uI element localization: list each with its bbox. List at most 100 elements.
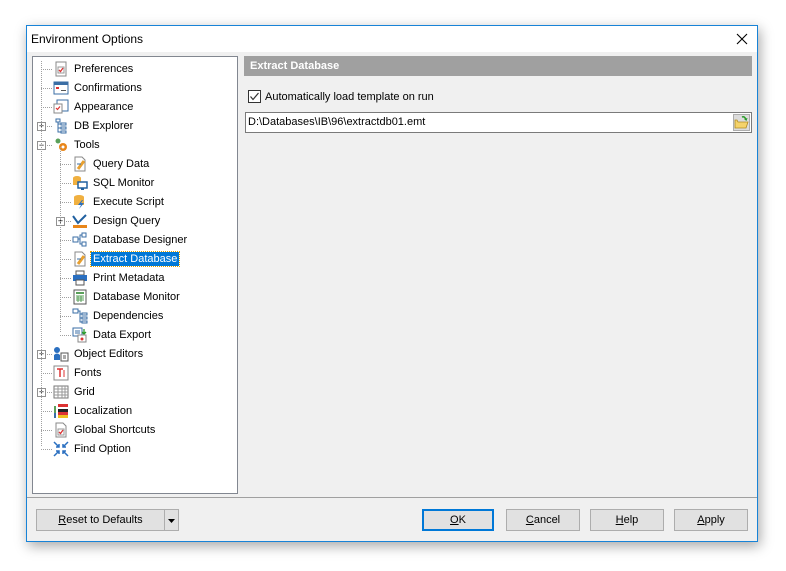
tree-root-line bbox=[41, 61, 42, 446]
cancel-button[interactable]: Cancel bbox=[506, 509, 580, 531]
db-explorer-icon bbox=[53, 118, 69, 134]
print-metadata-icon bbox=[72, 270, 88, 286]
tree-item-label: Dependencies bbox=[93, 310, 164, 322]
tree-item-label: Preferences bbox=[74, 63, 134, 75]
tree-item-preferences[interactable]: Preferences bbox=[53, 60, 135, 78]
tree-item-label: Extract Database bbox=[89, 251, 181, 267]
tree-item-data-export[interactable]: Data Export bbox=[72, 326, 153, 344]
tree-connector bbox=[60, 183, 71, 184]
tree-item-execute-script[interactable]: Execute Script bbox=[72, 193, 166, 211]
check-icon bbox=[250, 92, 259, 101]
tree-item-sql-monitor[interactable]: SQL Monitor bbox=[72, 174, 156, 192]
tree-item-extract-database[interactable]: Extract Database bbox=[72, 250, 181, 268]
open-folder-icon bbox=[734, 116, 749, 129]
auto-load-template-label: Automatically load template on run bbox=[265, 90, 434, 103]
checkbox-box[interactable] bbox=[248, 90, 261, 103]
tree-item-dependencies[interactable]: Dependencies bbox=[72, 307, 165, 325]
object-editors-icon bbox=[53, 346, 69, 362]
tree-item-confirmations[interactable]: Confirmations bbox=[53, 79, 144, 97]
cancel-label: ancel bbox=[533, 514, 561, 526]
tree-item-fonts[interactable]: Fonts bbox=[53, 364, 104, 382]
cancel-mnemonic: C bbox=[525, 514, 534, 526]
global-shortcuts-icon bbox=[53, 422, 69, 438]
tree-item-label: Database Designer bbox=[93, 234, 188, 246]
template-path-input[interactable] bbox=[248, 116, 728, 128]
tree-connector bbox=[41, 69, 52, 70]
browse-button[interactable] bbox=[733, 114, 750, 131]
template-path-field[interactable] bbox=[245, 112, 752, 133]
title-bar: Environment Options bbox=[27, 26, 757, 52]
database-designer-icon bbox=[72, 232, 88, 248]
fonts-icon bbox=[53, 365, 69, 381]
find-option-icon bbox=[53, 441, 69, 457]
reset-to-defaults-button[interactable]: Reset to Defaults bbox=[36, 509, 165, 531]
tree-connector bbox=[60, 278, 71, 279]
tree-item-database-designer[interactable]: Database Designer bbox=[72, 231, 189, 249]
tree-item-label: Localization bbox=[74, 405, 133, 417]
apply-button[interactable]: Apply bbox=[674, 509, 748, 531]
confirmations-icon bbox=[53, 80, 69, 96]
tree-connector bbox=[41, 430, 52, 431]
apply-label: pply bbox=[704, 514, 725, 526]
tree-connector bbox=[60, 259, 71, 260]
extract-database-icon bbox=[72, 251, 88, 267]
tree-item-database-monitor[interactable]: Database Monitor bbox=[72, 288, 182, 306]
database-monitor-icon bbox=[72, 289, 88, 305]
help-label: elp bbox=[623, 514, 639, 526]
tree-item-label: Find Option bbox=[74, 443, 131, 455]
close-icon bbox=[736, 33, 748, 45]
tree-item-label: Grid bbox=[74, 386, 95, 398]
tree-item-label: Global Shortcuts bbox=[74, 424, 156, 436]
tree-item-print-metadata[interactable]: Print Metadata bbox=[72, 269, 167, 287]
sql-monitor-icon bbox=[72, 175, 88, 191]
panel-header: Extract Database bbox=[244, 56, 752, 76]
close-button[interactable] bbox=[727, 26, 757, 52]
tree-item-object-editors[interactable]: Object Editors bbox=[53, 345, 145, 363]
ok-button[interactable]: OK bbox=[422, 509, 494, 531]
dropdown-arrow-icon bbox=[168, 519, 175, 523]
environment-options-dialog: Environment Options Preferences Confirmat… bbox=[26, 25, 758, 542]
tree-item-global-shortcuts[interactable]: Global Shortcuts bbox=[53, 421, 157, 439]
tree-item-find-option[interactable]: Find Option bbox=[53, 440, 133, 458]
tree-item-label: Print Metadata bbox=[93, 272, 165, 284]
tree-item-query-data[interactable]: Query Data bbox=[72, 155, 151, 173]
options-tree[interactable]: Preferences Confirmations Appearance DB Exp… bbox=[32, 56, 238, 494]
tree-connector bbox=[60, 316, 71, 317]
tree-connector bbox=[60, 164, 71, 165]
reset-label: eset to Defaults bbox=[66, 514, 143, 526]
dependencies-icon bbox=[72, 308, 88, 324]
tree-item-localization[interactable]: Localization bbox=[53, 402, 134, 420]
tree-connector bbox=[41, 449, 52, 450]
tree-item-label: DB Explorer bbox=[74, 120, 134, 132]
tree-item-label: Query Data bbox=[93, 158, 150, 170]
tree-item-design-query[interactable]: Design Query bbox=[72, 212, 162, 230]
tree-item-db-explorer[interactable]: DB Explorer bbox=[53, 117, 135, 135]
tree-item-label: Appearance bbox=[74, 101, 134, 113]
tree-connector bbox=[60, 335, 71, 336]
tree-item-label: SQL Monitor bbox=[93, 177, 155, 189]
reset-dropdown-button[interactable] bbox=[164, 509, 179, 531]
options-panel: Extract Database Automatically load temp… bbox=[244, 56, 752, 133]
window-title: Environment Options bbox=[31, 32, 144, 46]
data-export-icon bbox=[72, 327, 88, 343]
tree-connector bbox=[41, 411, 52, 412]
tools-icon bbox=[53, 137, 69, 153]
design-query-icon bbox=[72, 213, 88, 229]
tree-connector bbox=[41, 373, 52, 374]
footer-separator bbox=[27, 497, 757, 498]
help-button[interactable]: Help bbox=[590, 509, 664, 531]
help-mnemonic: H bbox=[615, 514, 624, 526]
tree-connector bbox=[60, 297, 71, 298]
tree-item-grid[interactable]: Grid bbox=[53, 383, 97, 401]
grid-icon bbox=[53, 384, 69, 400]
auto-load-template-checkbox[interactable]: Automatically load template on run bbox=[248, 90, 434, 103]
tree-item-label: Execute Script bbox=[93, 196, 164, 208]
tree-item-appearance[interactable]: Appearance bbox=[53, 98, 135, 116]
tree-item-label: Data Export bbox=[93, 329, 152, 341]
appearance-icon bbox=[53, 99, 69, 115]
tree-connector bbox=[41, 107, 52, 108]
apply-mnemonic: A bbox=[697, 514, 705, 526]
ok-mnemonic: O bbox=[450, 514, 459, 526]
localization-icon bbox=[53, 403, 69, 419]
tree-connector bbox=[60, 240, 71, 241]
